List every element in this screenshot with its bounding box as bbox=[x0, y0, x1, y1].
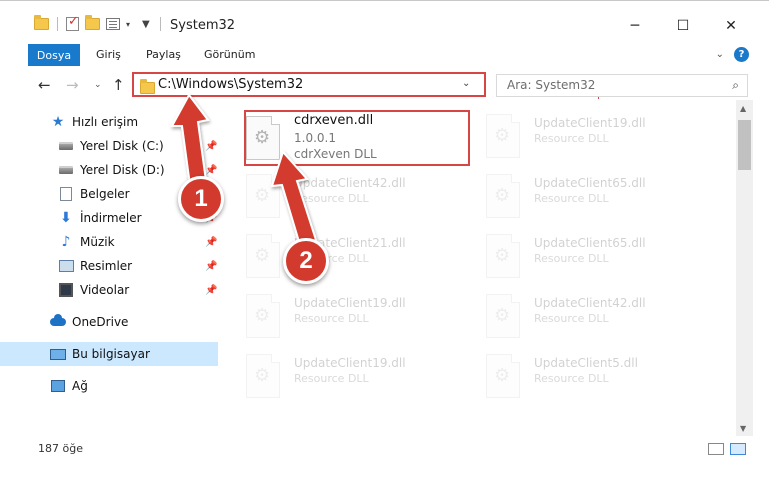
callout-badge-1: 1 bbox=[178, 176, 224, 222]
callout-arrows bbox=[170, 93, 318, 247]
callout-arrow-2 bbox=[270, 150, 318, 247]
callout-arrow-1 bbox=[170, 93, 210, 187]
callout-badge-2: 2 bbox=[283, 238, 329, 284]
